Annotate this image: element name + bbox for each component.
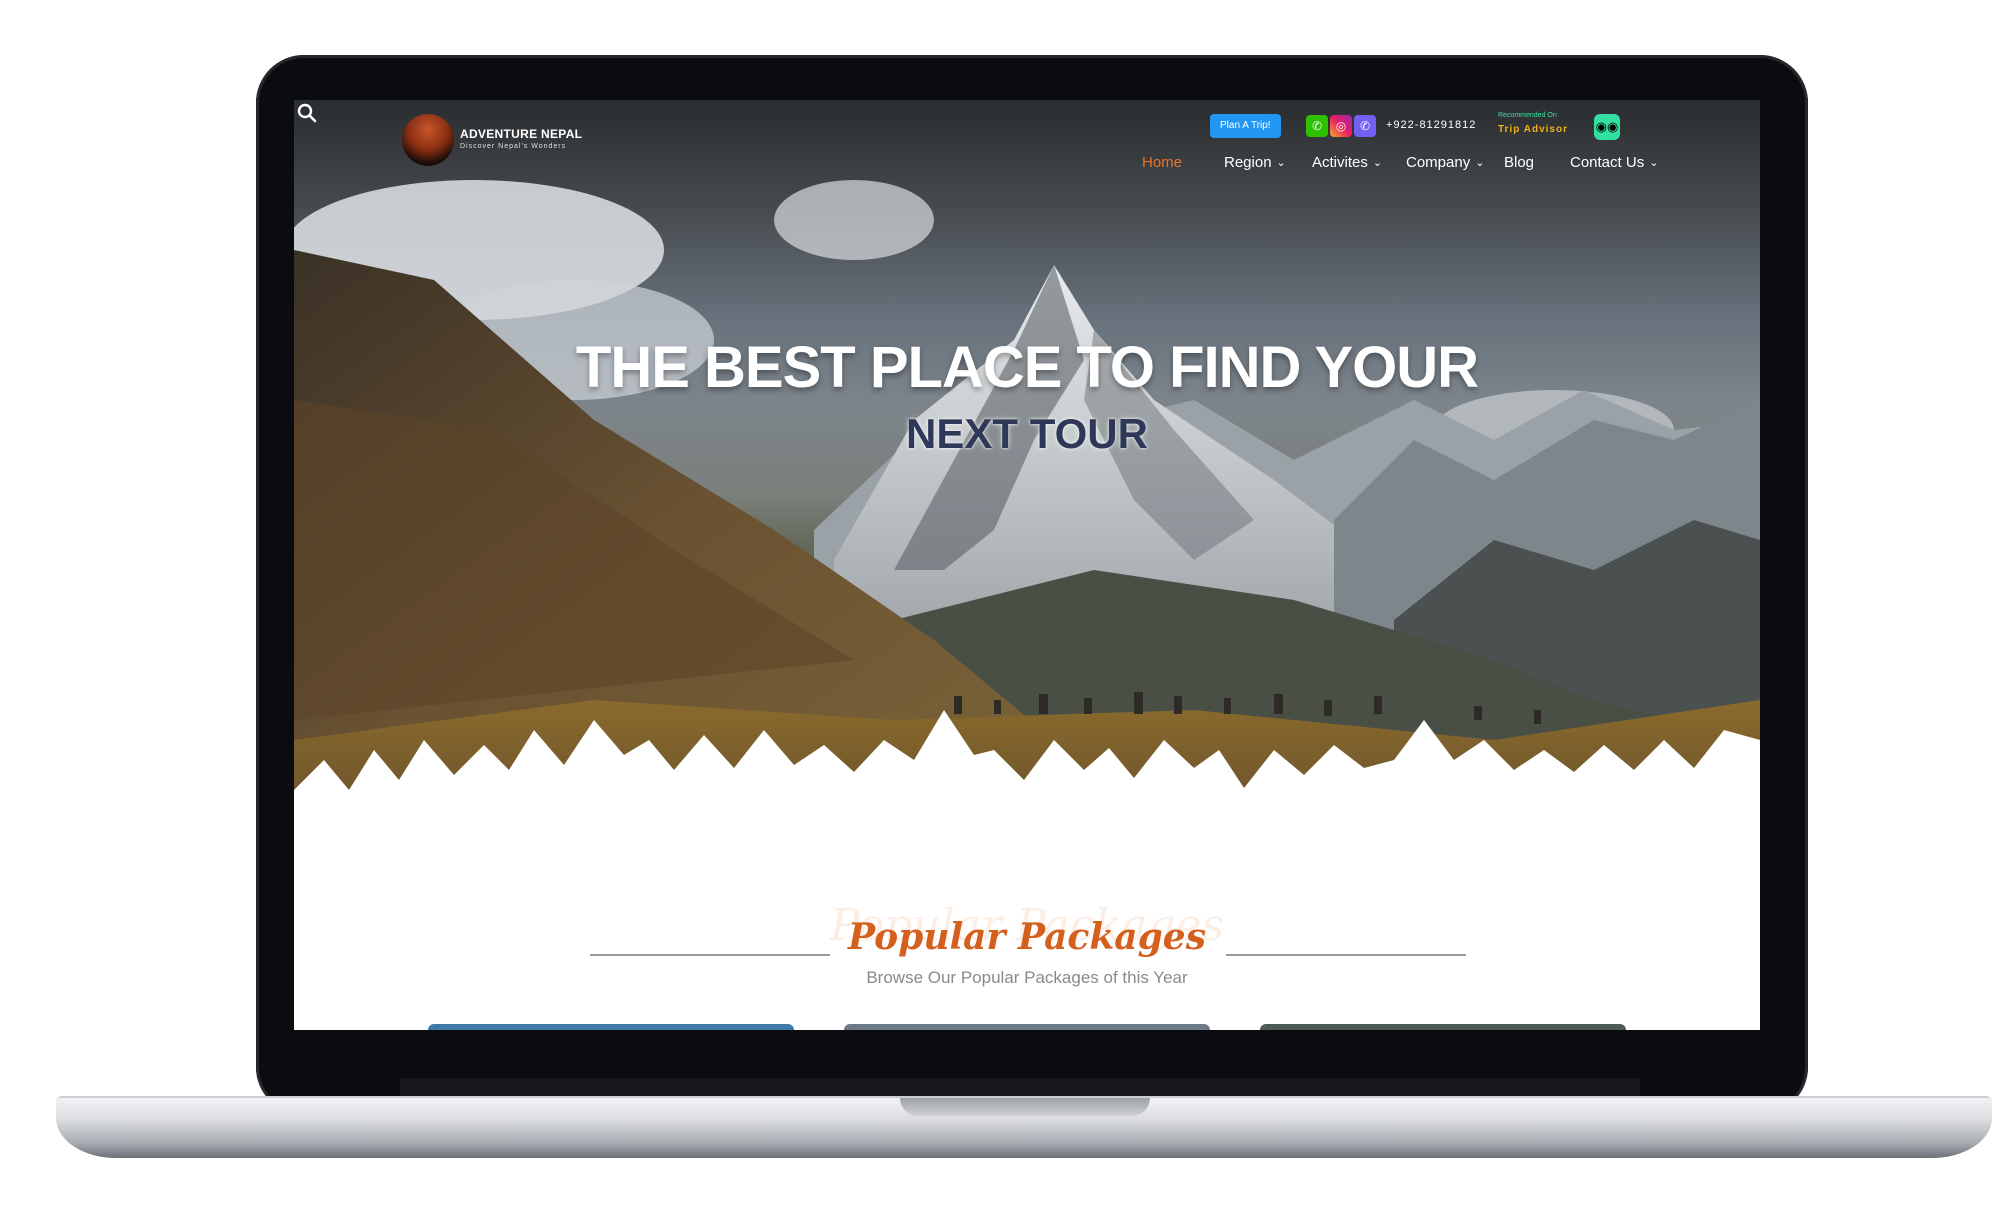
section-title: Popular Packages xyxy=(848,916,1206,958)
nav-item-label: Home xyxy=(1142,154,1183,171)
nav-item-label: Contact Us xyxy=(1570,154,1645,171)
section-subtitle: Browse Our Popular Packages of this Year xyxy=(866,968,1188,987)
phone-number[interactable]: +922-81291812 xyxy=(1386,119,1476,131)
hero-subtitle: NEXT TOUR xyxy=(906,410,1148,457)
package-card[interactable] xyxy=(1260,1024,1626,1030)
chevron-down-icon: ⌄ xyxy=(1475,157,1485,169)
nav-item-home[interactable]: Home xyxy=(1142,154,1182,171)
tripadvisor-link[interactable]: Trip Advisor xyxy=(1498,124,1568,135)
package-card[interactable] xyxy=(428,1024,794,1030)
nav-item-company[interactable]: Company ⌄ xyxy=(1406,154,1484,171)
tripadvisor-owl-icon[interactable]: ◉◉ xyxy=(1594,114,1620,140)
main-nav: Home Region ⌄ Activites ⌄ Company ⌄ Blog Co… xyxy=(294,154,1760,184)
nav-item-region[interactable]: Region ⌄ xyxy=(1224,154,1286,171)
nav-item-label: Blog xyxy=(1504,154,1535,171)
instagram-icon[interactable]: ◎ xyxy=(1330,115,1352,137)
package-card[interactable] xyxy=(844,1024,1210,1030)
laptop-notch xyxy=(900,1098,1150,1116)
wechat-icon[interactable]: ✆ xyxy=(1306,115,1328,137)
chevron-down-icon: ⌄ xyxy=(1276,157,1286,169)
nav-item-contact[interactable]: Contact Us ⌄ xyxy=(1570,154,1658,171)
nav-item-label: Region xyxy=(1224,154,1272,171)
tripadvisor-recommended-label: Recommended On xyxy=(1498,112,1557,119)
chevron-down-icon: ⌄ xyxy=(1372,157,1383,169)
hero-mountain-image xyxy=(294,180,1760,860)
hero-title: THE BEST PLACE TO FIND YOUR xyxy=(575,335,1479,400)
laptop-hinge xyxy=(400,1078,1640,1096)
viber-icon[interactable]: ✆ xyxy=(1354,115,1376,137)
brand-tagline: Discover Nepal's Wonders xyxy=(460,143,567,150)
search-icon[interactable] xyxy=(294,100,320,126)
chevron-down-icon: ⌄ xyxy=(1649,157,1659,169)
brand-name: ADVENTURE NEPAL xyxy=(460,127,583,141)
nav-item-blog[interactable]: Blog xyxy=(1504,154,1534,171)
hero-banner: ADVENTURE NEPAL Discover Nepal's Wonders… xyxy=(294,100,1760,860)
nav-item-label: Company xyxy=(1406,154,1471,171)
plan-trip-button[interactable]: Plan A Trip! xyxy=(1210,114,1281,138)
nav-item-label: Activites xyxy=(1312,154,1368,171)
nav-item-activities[interactable]: Activites ⌄ xyxy=(1312,154,1382,171)
screen: ADVENTURE NEPAL Discover Nepal's Wonders… xyxy=(294,100,1760,1030)
